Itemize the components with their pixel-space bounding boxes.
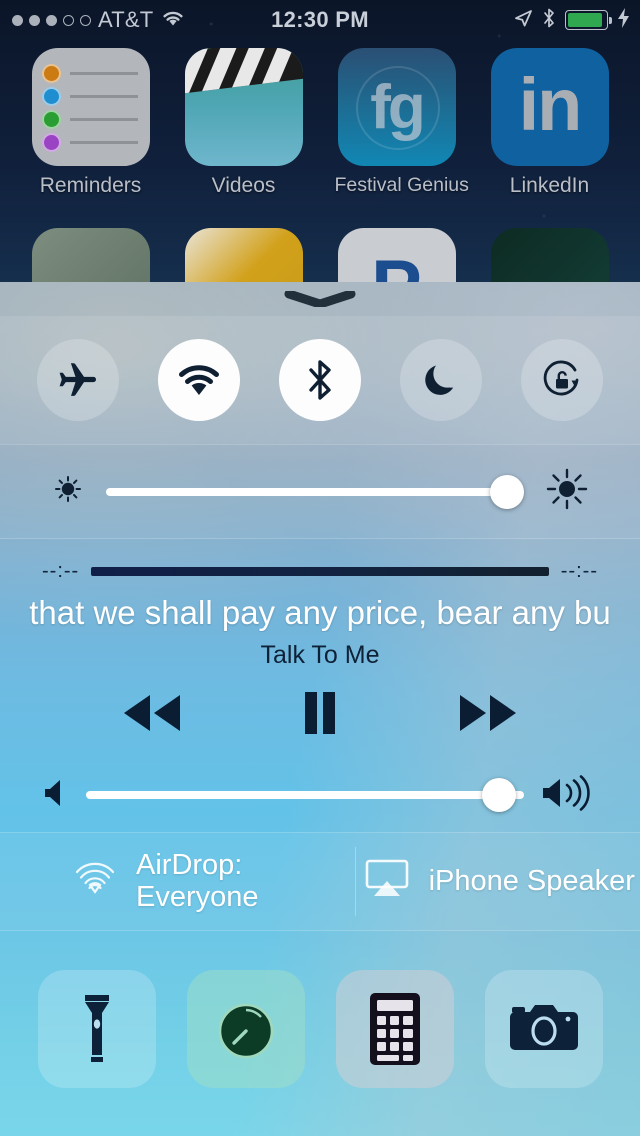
transport-controls	[0, 672, 640, 758]
volume-high-icon	[540, 774, 598, 817]
iphone-screen: Reminders Videos fg Festival Genius in L…	[0, 0, 640, 1136]
camera-icon	[509, 1005, 578, 1050]
brightness-slider-track	[106, 487, 524, 496]
airdrop-label: AirDrop: Everyone	[136, 848, 259, 914]
app-icon-linkedin[interactable]: in LinkedIn	[488, 48, 612, 198]
volume-slider-knob[interactable]	[482, 778, 517, 812]
brightness-section	[0, 445, 640, 538]
rotation-lock-icon	[543, 360, 578, 396]
linkedin-app-icon: in	[490, 48, 609, 166]
playback-scrubber[interactable]: --:-- --:--	[0, 553, 640, 589]
toggle-wifi[interactable]	[158, 339, 241, 421]
track-subtitle: Talk To Me	[260, 641, 380, 669]
brightness-low-icon	[48, 469, 88, 514]
airdrop-button[interactable]: AirDrop: Everyone	[0, 833, 355, 930]
grabber-chevron-icon	[284, 291, 356, 307]
pause-icon	[305, 691, 335, 734]
calculator-icon	[369, 993, 420, 1065]
airdrop-label-line1: AirDrop:	[136, 848, 243, 881]
toggle-row	[0, 316, 640, 444]
bluetooth-icon	[309, 360, 331, 400]
fast-forward-button[interactable]	[446, 688, 530, 743]
rewind-icon	[124, 694, 180, 731]
camera-button[interactable]	[484, 970, 603, 1088]
flashlight-button[interactable]	[37, 970, 156, 1088]
videos-app-icon	[184, 48, 303, 166]
share-section: AirDrop: Everyone iPhone Speaker	[0, 833, 640, 930]
brightness-slider[interactable]	[106, 474, 524, 509]
app-label: Videos	[211, 174, 276, 197]
fast-forward-icon	[460, 694, 516, 731]
app-label: Reminders	[39, 174, 142, 197]
airplay-button[interactable]: iPhone Speaker	[356, 833, 640, 930]
home-screen-wallpaper: Reminders Videos fg Festival Genius in L…	[0, 0, 640, 346]
clapperboard-icon	[184, 48, 303, 94]
timer-icon	[218, 1003, 273, 1059]
wifi-icon	[179, 365, 220, 395]
app-label: LinkedIn	[509, 174, 590, 197]
flashlight-icon	[84, 995, 109, 1062]
media-section: --:-- --:-- that we shall pay any price,…	[0, 539, 640, 832]
airplay-icon	[361, 857, 413, 907]
toggle-bluetooth[interactable]	[278, 339, 361, 421]
status-bar-right	[513, 7, 640, 34]
linkedin-glyph: in	[518, 62, 583, 146]
volume-low-icon	[42, 776, 70, 815]
lightning-bolt-icon	[617, 7, 630, 33]
brightness-high-icon	[542, 464, 592, 519]
brightness-slider-knob[interactable]	[490, 474, 524, 509]
volume-slider-track	[86, 791, 524, 799]
status-bar: AT&T 12:30 PM	[0, 0, 640, 40]
fg-glyph: fg	[370, 72, 426, 142]
volume-slider[interactable]	[86, 778, 524, 812]
rewind-button[interactable]	[110, 688, 194, 743]
shortcuts-row	[0, 931, 640, 1127]
control-center-panel: --:-- --:-- that we shall pay any price,…	[0, 282, 640, 1136]
play-pause-button[interactable]	[294, 687, 346, 744]
airdrop-icon	[70, 853, 120, 911]
app-icon-festival-genius[interactable]: fg Festival Genius	[334, 48, 469, 198]
control-center-grabber[interactable]	[0, 282, 640, 316]
elapsed-time-label: --:--	[42, 559, 80, 582]
app-icon-reminders[interactable]: Reminders	[29, 48, 153, 198]
airplay-label: iPhone Speaker	[428, 865, 635, 897]
battery-icon	[565, 10, 612, 30]
reminders-app-icon	[31, 48, 150, 166]
toggle-rotation-lock[interactable]	[520, 339, 603, 421]
toggle-airplane-mode[interactable]	[37, 339, 120, 421]
volume-section	[0, 758, 640, 832]
location-arrow-icon	[513, 8, 533, 33]
track-title: that we shall pay any price, bear any bu	[29, 594, 611, 631]
scrubber-track[interactable]	[91, 566, 549, 576]
toggle-do-not-disturb[interactable]	[399, 339, 482, 421]
app-label: Festival Genius	[334, 174, 469, 196]
bluetooth-icon	[542, 7, 556, 34]
app-row-1: Reminders Videos fg Festival Genius in L…	[0, 48, 640, 198]
airdrop-label-line2: Everyone	[136, 880, 259, 913]
moon-icon	[425, 365, 453, 395]
calculator-button[interactable]	[335, 970, 454, 1088]
airplane-icon	[59, 363, 97, 396]
remaining-time-label: --:--	[560, 559, 598, 582]
app-icon-videos[interactable]: Videos	[182, 48, 306, 198]
festival-genius-app-icon: fg	[337, 48, 456, 166]
timer-button[interactable]	[186, 970, 305, 1088]
